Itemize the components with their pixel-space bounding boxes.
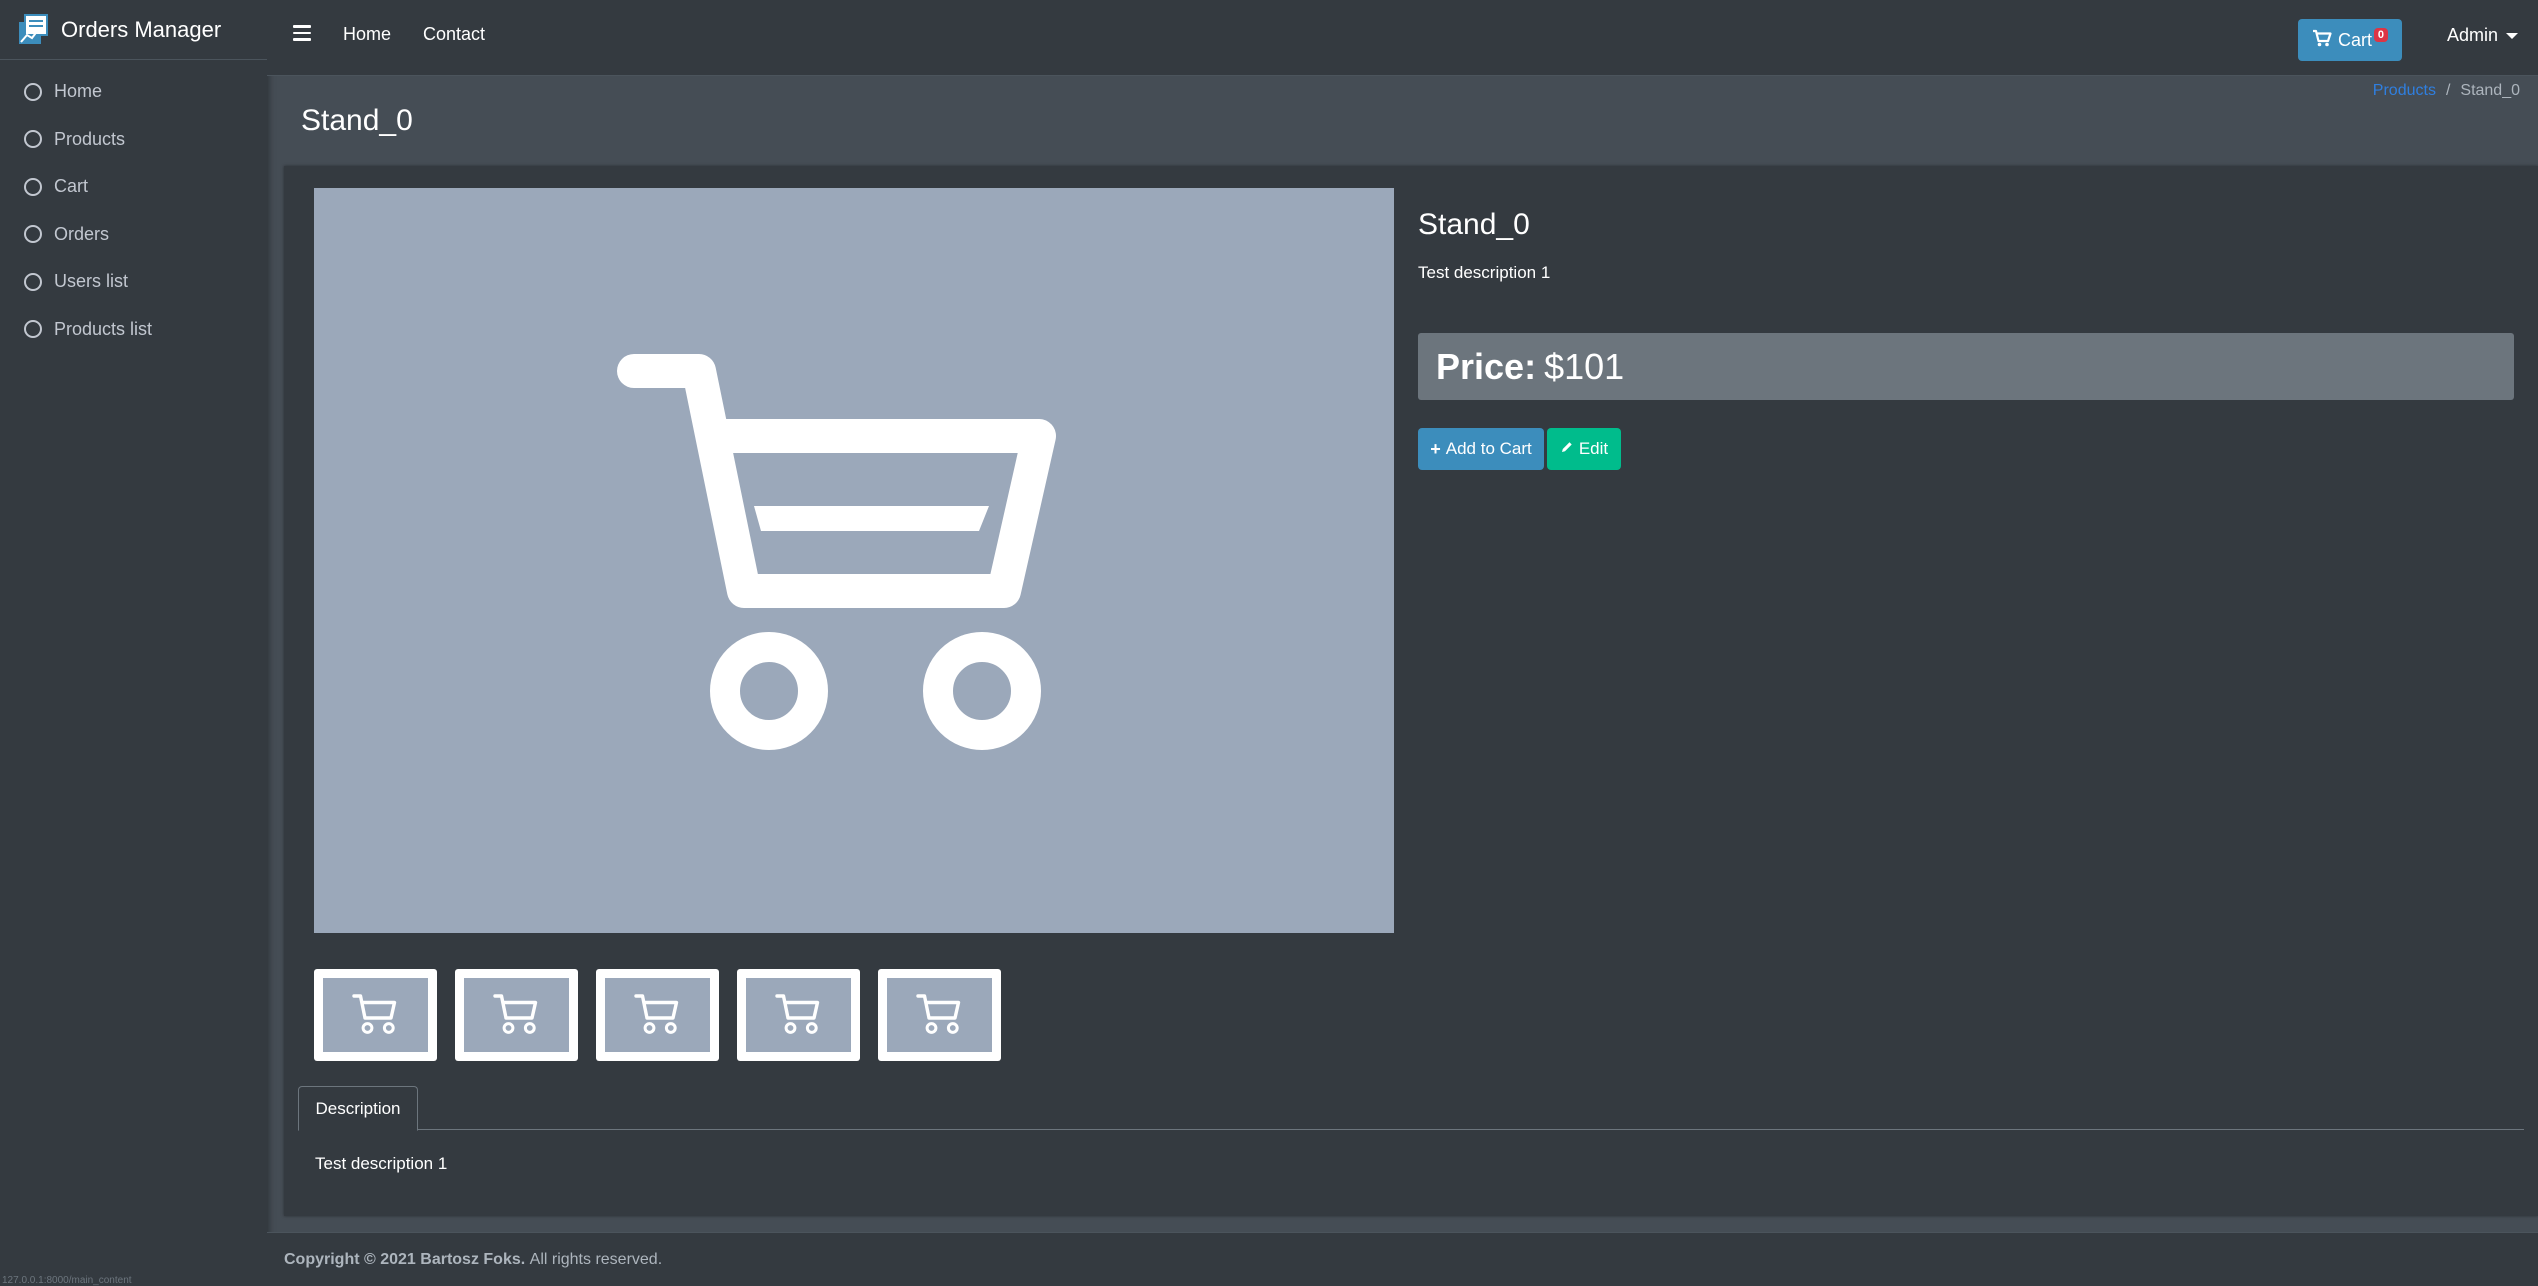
breadcrumb-current: Stand_0 <box>2460 82 2520 99</box>
add-to-cart-label: Add to Cart <box>1445 439 1532 458</box>
brand-logo-icon <box>15 12 51 48</box>
sidebar-item-cart[interactable]: Cart <box>0 163 267 211</box>
page-title: Stand_0 <box>301 104 413 137</box>
nav-link-contact[interactable]: Contact <box>423 24 485 45</box>
add-to-cart-button[interactable]: + Add to Cart <box>1418 428 1544 470</box>
sidebar-item-label: Orders <box>54 223 110 244</box>
circle-icon <box>24 320 42 339</box>
shopping-cart-icon <box>351 994 396 1034</box>
menu-toggle-icon[interactable] <box>293 25 311 45</box>
product-tabs: Description <box>298 1086 2524 1131</box>
nav-link-home[interactable]: Home <box>343 24 391 45</box>
shopping-cart-icon <box>617 353 1056 750</box>
user-menu-label: Admin <box>2446 25 2498 45</box>
footer: Copyright © 2021 Bartosz Foks. All right… <box>267 1232 2538 1286</box>
circle-icon <box>24 177 42 196</box>
cart-count-badge: 0 <box>2373 28 2388 42</box>
breadcrumb-products-link[interactable]: Products <box>2373 82 2436 100</box>
shopping-cart-icon <box>915 994 960 1034</box>
thumbnail[interactable] <box>455 969 578 1061</box>
sidebar-item-label: Products <box>54 128 126 149</box>
user-menu[interactable]: Admin <box>2447 25 2518 46</box>
product-main-image[interactable] <box>314 188 1394 933</box>
circle-icon <box>24 130 42 149</box>
breadcrumb-separator: / <box>2445 82 2451 99</box>
cart-icon <box>2312 29 2332 52</box>
brand-link[interactable]: Orders Manager <box>0 0 267 60</box>
shopping-cart-icon <box>492 994 537 1034</box>
footer-copyright: Copyright © 2021 Bartosz Foks. <box>284 1250 526 1268</box>
shopping-cart-icon <box>774 994 819 1034</box>
sidebar-item-products-list[interactable]: Products list <box>0 306 267 354</box>
status-url: 127.0.0.1:8000/main_content <box>2 1275 132 1286</box>
brand-text: Orders Manager <box>61 16 222 42</box>
circle-icon <box>24 272 42 291</box>
footer-rights: All rights reserved. <box>529 1250 663 1268</box>
thumbnail[interactable] <box>878 969 1001 1061</box>
thumbnail[interactable] <box>737 969 860 1061</box>
caret-down-icon <box>2506 32 2518 39</box>
sidebar-item-products[interactable]: Products <box>0 116 267 164</box>
sidebar-item-users-list[interactable]: Users list <box>0 258 267 306</box>
cart-button-label: Cart <box>2338 29 2373 50</box>
edit-label: Edit <box>1578 439 1609 458</box>
tab-description[interactable]: Description <box>298 1086 418 1131</box>
sidebar: Orders Manager Home Products Cart Orders… <box>0 0 267 1286</box>
tab-description-content: Test description 1 <box>315 1154 448 1173</box>
sidebar-item-orders[interactable]: Orders <box>0 211 267 259</box>
price-box: Price: $101 <box>1418 333 2514 400</box>
plus-icon: + <box>1430 438 1441 459</box>
thumbnail[interactable] <box>596 969 719 1061</box>
thumbnail-strip <box>314 969 1001 1061</box>
product-card: Stand_0 Test description 1 Price: $101 +… <box>284 166 2538 1216</box>
sidebar-item-label: Cart <box>54 176 89 197</box>
breadcrumb: Products / Stand_0 <box>2373 82 2520 100</box>
price-value: $101 <box>1544 345 1625 387</box>
edit-button[interactable]: Edit <box>1547 428 1621 470</box>
sidebar-item-label: Products list <box>54 318 153 339</box>
product-name: Stand_0 <box>1418 208 1530 241</box>
cart-button[interactable]: Cart 0 <box>2298 19 2402 61</box>
sidebar-nav: Home Products Cart Orders Users list Pro… <box>0 68 267 353</box>
sidebar-item-label: Home <box>54 81 103 102</box>
price-label: Price: <box>1436 345 1537 387</box>
sidebar-item-label: Users list <box>54 271 129 292</box>
circle-icon <box>24 225 42 244</box>
circle-icon <box>24 82 42 101</box>
top-navbar: Home Contact Cart 0 Admin <box>267 0 2538 76</box>
thumbnail[interactable] <box>314 969 437 1061</box>
pencil-icon <box>1560 439 1574 459</box>
shopping-cart-icon <box>633 994 678 1034</box>
sidebar-item-home[interactable]: Home <box>0 68 267 116</box>
product-short-description: Test description 1 <box>1418 263 1551 282</box>
